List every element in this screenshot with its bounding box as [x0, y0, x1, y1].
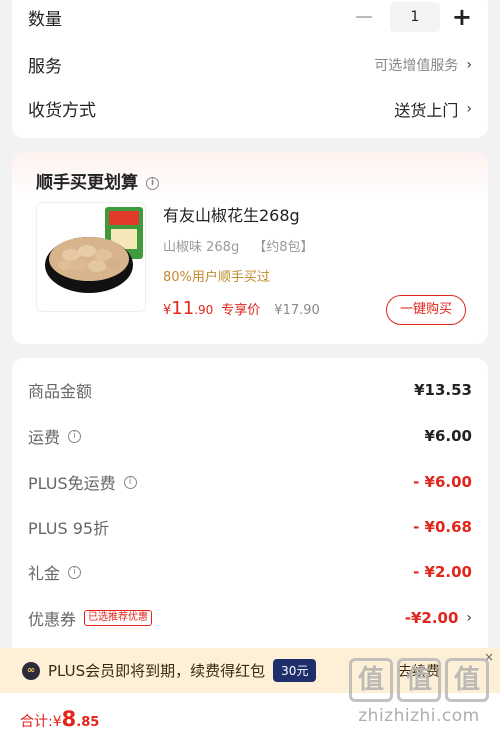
product-spec: 山椒味 268g 【约8包】 [163, 236, 327, 255]
watermark-logo: 值 值 值 [344, 658, 494, 702]
fee-label-text: 运费 [28, 428, 61, 447]
upsell-title-row: 顺手买更划算 i [36, 168, 159, 193]
banner-text: PLUS会员即将到期，续费得红包 [48, 662, 266, 680]
fee-row: PLUS 95折 - ¥0.68 [28, 515, 472, 539]
peanut-bowl-image [45, 207, 143, 293]
quantity-label: 数量 [28, 9, 62, 30]
price-symbol: ¥ [163, 303, 172, 318]
quantity-row: 数量 1 + [28, 2, 472, 32]
delivery-row[interactable]: 收货方式 送货上门 › [28, 96, 472, 122]
watermark-char: 值 [445, 658, 489, 702]
upsell-title: 顺手买更划算 [36, 173, 138, 193]
banner-red-packet-badge: 30元 [273, 659, 317, 682]
quantity-input[interactable]: 1 [389, 2, 440, 32]
total-label: 合计: [20, 714, 53, 730]
fee-label: 礼金 i [28, 560, 82, 584]
product-name[interactable]: 有友山椒花生268g [163, 202, 300, 226]
quantity-stepper: 1 + [355, 2, 472, 32]
chevron-right-icon: › [466, 610, 472, 626]
info-icon[interactable]: i [68, 429, 82, 443]
fee-label-text: 商品金额 [28, 382, 93, 401]
watermark-text: zhizhizhi.com [358, 706, 480, 726]
product-pack: 【约8包】 [253, 240, 314, 255]
service-row[interactable]: 服务 可选增值服务 › [28, 52, 472, 78]
upsell-card: 顺手买更划算 i 有友山椒花生268g 山椒味 268g 【约8包】 80%用户顺手… [12, 152, 488, 344]
fee-label: 优惠券 已选推荐优惠 [28, 606, 153, 630]
service-label: 服务 [28, 57, 62, 77]
fee-row: PLUS免运费 i - ¥6.00 [28, 470, 472, 494]
fee-label-text: PLUS免运费 [28, 474, 116, 493]
fee-label-text: 礼金 [28, 564, 61, 583]
total-integer: 8 [61, 707, 77, 731]
fee-label-text: 优惠券 [28, 610, 77, 629]
product-hint: 80%用户顺手买过 [163, 270, 270, 285]
watermark-char: 值 [349, 658, 393, 702]
chevron-right-icon: › [466, 56, 472, 73]
price-integer: 11 [171, 298, 195, 319]
plus-logo-icon: ∞ [22, 661, 40, 680]
watermark-char: 值 [397, 658, 441, 702]
fee-label: 运费 i [28, 424, 82, 448]
one-click-buy-button[interactable]: 一键购买 [386, 295, 466, 325]
delivery-value: 送货上门 [394, 100, 459, 120]
coupon-tag: 已选推荐优惠 [84, 610, 153, 626]
chevron-right-icon: › [466, 100, 472, 117]
fee-row[interactable]: 优惠券 已选推荐优惠 -¥2.00 › [28, 606, 472, 630]
fee-value: ¥13.53 [414, 381, 472, 399]
price-tag: 专享价 [221, 303, 261, 318]
order-options-card: 数量 1 + 服务 可选增值服务 › 收货方式 送货上门 › [12, 0, 488, 138]
fee-value: -¥2.00 [404, 609, 459, 627]
fee-row: 商品金额 ¥13.53 [28, 378, 472, 402]
info-icon[interactable]: i [68, 565, 82, 579]
total-currency: ¥ [52, 714, 62, 730]
fee-label: PLUS 95折 [28, 515, 109, 539]
fee-label: PLUS免运费 i [28, 470, 137, 494]
quantity-plus-button[interactable]: + [452, 5, 472, 29]
quantity-minus-button[interactable] [355, 16, 372, 18]
fee-breakdown-card: 商品金额 ¥13.53 运费 i ¥6.00 PLUS免运费 i - ¥6.00 PLUS 95… [12, 358, 488, 658]
product-flavor: 山椒味 268g [163, 240, 240, 255]
price-decimal: .90 [194, 303, 214, 317]
fee-row: 运费 i ¥6.00 [28, 424, 472, 448]
original-price: ¥17.90 [274, 303, 320, 318]
fee-value: - ¥2.00 [413, 563, 472, 581]
total-decimal: .85 [76, 715, 100, 730]
fee-row: 礼金 i - ¥2.00 [28, 560, 472, 584]
fee-label: 商品金额 [28, 378, 92, 402]
fee-value: - ¥0.68 [413, 518, 472, 536]
delivery-label: 收货方式 [28, 101, 96, 121]
service-value: 可选增值服务 [374, 57, 459, 74]
fee-label-text: PLUS 95折 [28, 519, 110, 538]
fee-value: - ¥6.00 [413, 473, 472, 491]
order-total: 合计: ¥ 8 .85 [20, 707, 99, 731]
fee-value: ¥6.00 [424, 427, 472, 445]
info-icon[interactable]: i [123, 475, 137, 489]
site-watermark: 值 值 值 zhizhizhi.com [344, 658, 494, 740]
info-icon[interactable]: i [146, 176, 159, 190]
product-image[interactable] [36, 202, 146, 312]
product-price: ¥ 11 .90 专享价 ¥17.90 [163, 298, 320, 319]
